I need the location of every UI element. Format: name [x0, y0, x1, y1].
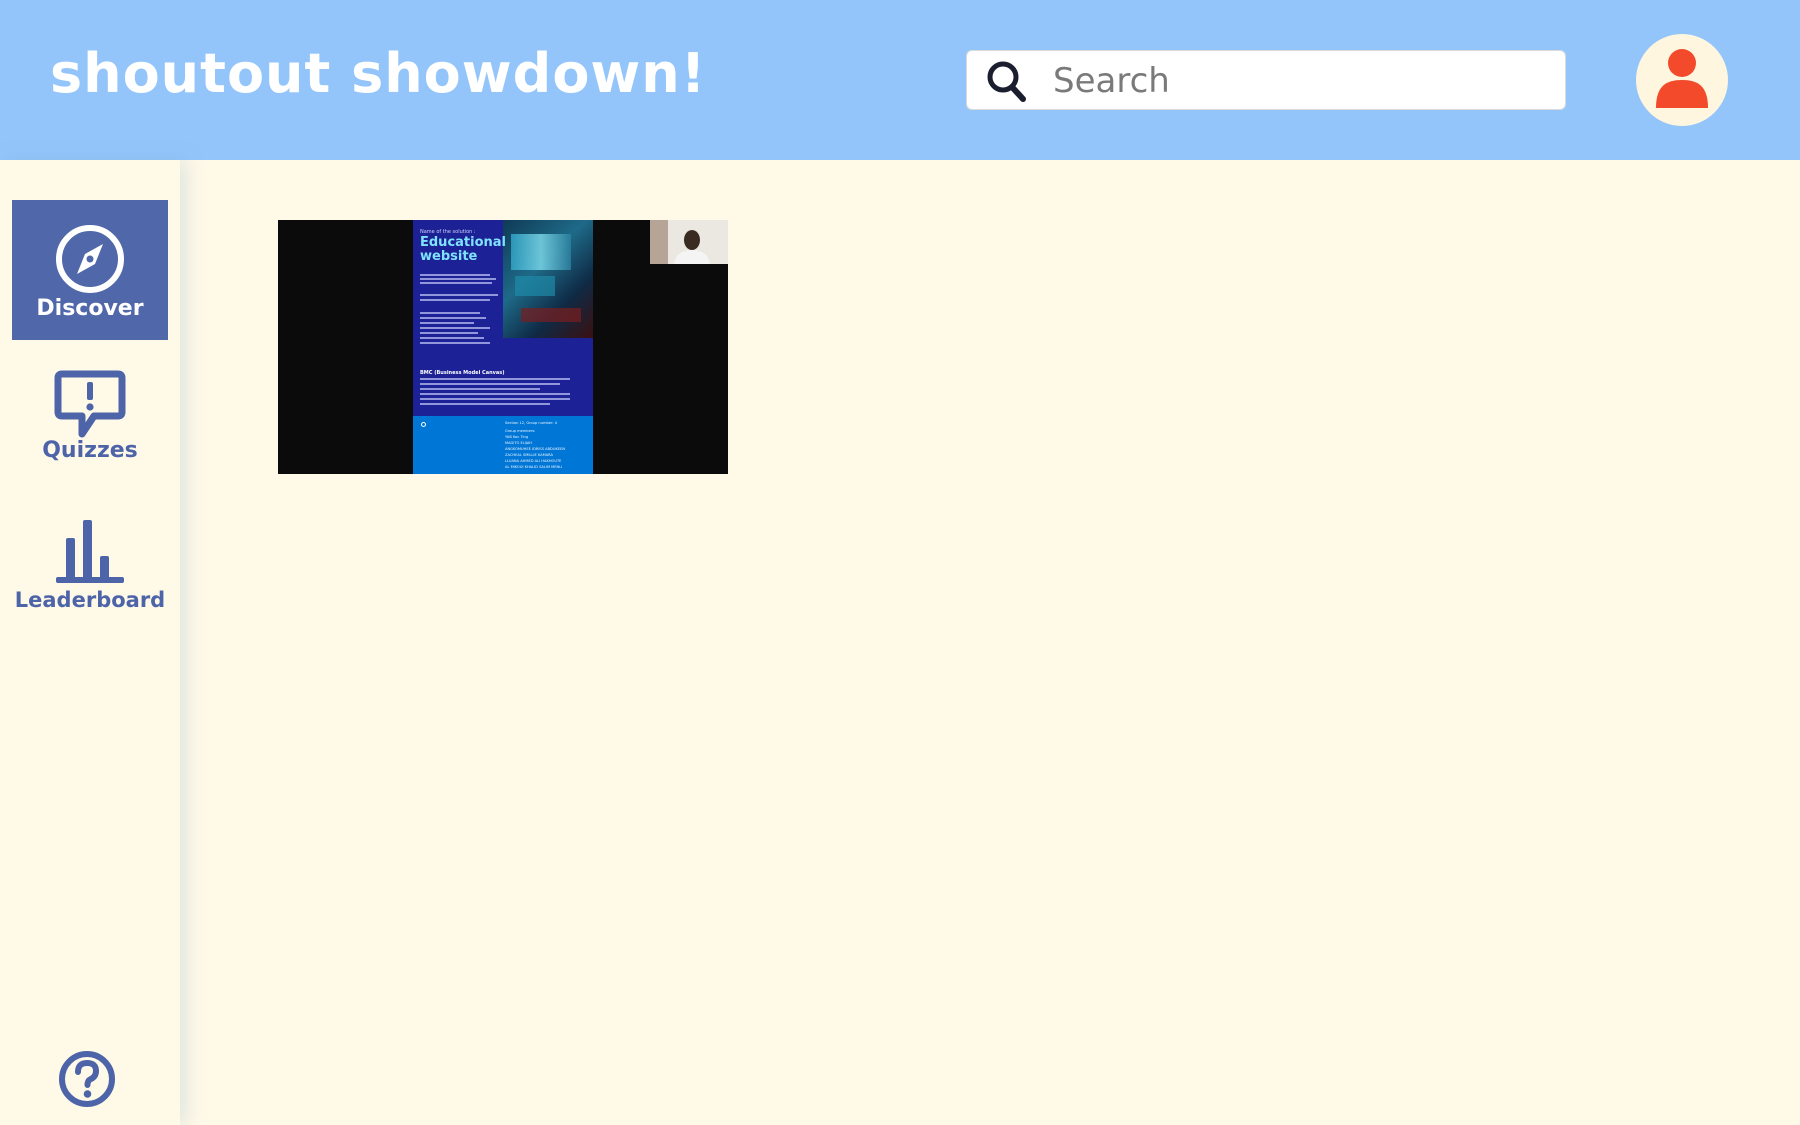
sidebar-item-discover[interactable]: Discover	[12, 200, 168, 340]
sidebar-item-leaderboard[interactable]: Leaderboard	[12, 510, 168, 650]
sidebar-item-quizzes[interactable]: Quizzes	[12, 358, 168, 498]
webcam-overlay	[650, 220, 728, 264]
user-avatar-button[interactable]	[1636, 34, 1728, 126]
bar-chart-icon	[56, 520, 124, 583]
footer-line: AL MIKOUI KHALID SALIM MENLI	[505, 465, 563, 469]
main-content: Name of the solution : Educational websi…	[180, 160, 1800, 1125]
sidebar-item-label: Quizzes	[42, 438, 138, 463]
help-question-icon[interactable]	[58, 1050, 116, 1108]
search-input[interactable]	[1053, 57, 1553, 105]
video-thumbnail[interactable]: Name of the solution : Educational websi…	[278, 220, 728, 474]
app-title: shoutout showdown!	[50, 42, 707, 105]
slide-footer: Section 12, Group number: 4 Group member…	[413, 416, 593, 474]
footer-line: MAGITO ELIJAH	[505, 441, 532, 445]
person-video-image	[650, 220, 728, 264]
sidebar: Discover Quizzes Leaderboard	[0, 160, 180, 1125]
search-icon	[987, 61, 1026, 102]
footer-line: YAB Koc Ting	[505, 435, 529, 439]
sidebar-item-label: Discover	[36, 296, 144, 321]
slide-section-heading: BMC (Business Model Canvas)	[420, 370, 505, 376]
search-bar[interactable]	[966, 50, 1566, 110]
sidebar-item-label: Leaderboard	[14, 588, 166, 612]
footer-line: Group members:	[505, 429, 536, 433]
user-icon	[1656, 49, 1708, 108]
slide-photo	[503, 220, 593, 338]
footer-line: ZACHEAL SMILLIE KAMARA	[505, 453, 553, 457]
footer-line: Section 12, Group number: 4	[505, 421, 558, 425]
presentation-slide: Name of the solution : Educational websi…	[413, 220, 593, 474]
speech-bubble-exclamation-icon	[54, 370, 126, 438]
slide-title: Educational website	[420, 235, 507, 264]
footer-line: LLUANA AHMED ALI HAKHOUTE	[505, 459, 562, 463]
compass-icon	[56, 225, 124, 293]
top-header: shoutout showdown!	[0, 0, 1800, 160]
footer-line: ANGKOMUHEE IDRISS ABDUKEEN	[505, 447, 566, 451]
